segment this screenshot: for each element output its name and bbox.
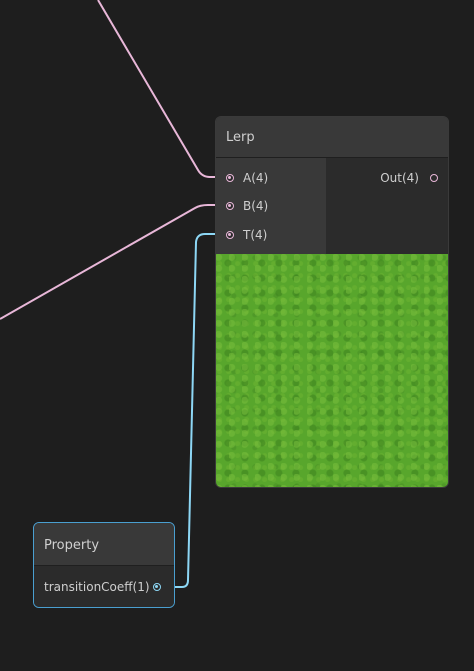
wire-to-a-input[interactable] bbox=[97, 0, 224, 178]
property-node[interactable]: Property transitionCoeff(1) bbox=[33, 522, 175, 608]
port-dot-icon[interactable] bbox=[153, 583, 161, 591]
output-port-transition-coeff[interactable]: transitionCoeff(1) bbox=[34, 577, 173, 597]
property-output-ports: transitionCoeff(1) bbox=[34, 566, 174, 607]
port-dot-icon[interactable] bbox=[226, 174, 234, 182]
port-dot-icon[interactable] bbox=[430, 174, 438, 182]
output-port-out[interactable]: Out(4) bbox=[324, 168, 448, 188]
input-port-a[interactable]: A(4) bbox=[216, 168, 326, 188]
lerp-input-rows: A(4) B(4) T(4) bbox=[216, 158, 326, 254]
output-port-label: Out(4) bbox=[380, 171, 419, 185]
input-port-t[interactable]: T(4) bbox=[216, 225, 326, 245]
lerp-node[interactable]: Lerp A(4) B(4) T(4) Out(4) bbox=[215, 116, 449, 488]
wire-to-b-input[interactable] bbox=[0, 204, 224, 320]
input-port-label: B(4) bbox=[243, 199, 269, 213]
input-port-label: A(4) bbox=[243, 171, 269, 185]
lerp-output-ports: Out(4) bbox=[326, 158, 448, 254]
property-node-title[interactable]: Property bbox=[34, 523, 174, 566]
port-dot-icon[interactable] bbox=[226, 231, 234, 239]
input-port-label: T(4) bbox=[243, 228, 268, 242]
lerp-node-title[interactable]: Lerp bbox=[216, 117, 448, 158]
port-dot-icon[interactable] bbox=[226, 202, 234, 210]
lerp-preview-image bbox=[216, 254, 448, 487]
output-port-label: transitionCoeff(1) bbox=[44, 580, 150, 594]
input-port-b[interactable]: B(4) bbox=[216, 196, 326, 216]
